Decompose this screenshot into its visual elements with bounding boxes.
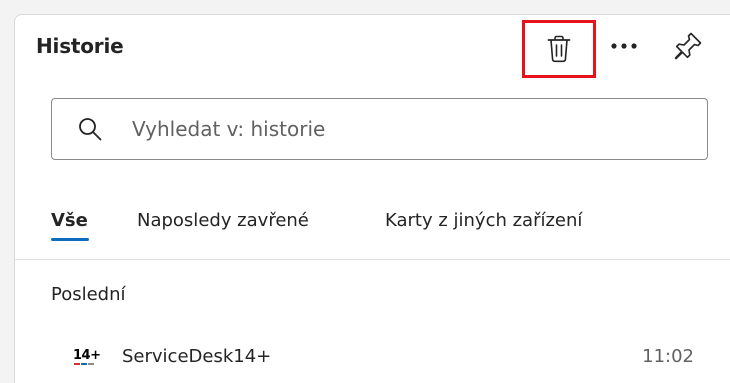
tab-all[interactable]: Vše bbox=[51, 210, 88, 231]
tab-recently-closed[interactable]: Naposledy zavřené bbox=[137, 210, 309, 231]
history-item[interactable]: 14+ ServiceDesk14+ 11:02 bbox=[14, 330, 730, 383]
panel-title: Historie bbox=[36, 34, 124, 58]
history-item-time: 11:02 bbox=[642, 346, 694, 367]
more-horizontal-icon bbox=[611, 43, 637, 49]
trash-icon bbox=[547, 35, 571, 63]
selected-tab-indicator bbox=[51, 238, 89, 241]
search-input[interactable] bbox=[132, 117, 692, 141]
history-panel bbox=[14, 14, 730, 383]
tabs-divider bbox=[14, 259, 730, 260]
tab-other-devices[interactable]: Karty z jiných zařízení bbox=[385, 210, 582, 231]
delete-history-button[interactable] bbox=[522, 20, 596, 78]
section-title-recent: Poslední bbox=[51, 284, 126, 305]
favicon-label: 14+ bbox=[73, 348, 100, 363]
search-box[interactable] bbox=[51, 98, 708, 160]
more-options-button[interactable] bbox=[604, 26, 644, 66]
site-favicon: 14+ bbox=[72, 346, 106, 370]
search-icon bbox=[78, 117, 102, 141]
pin-panel-button[interactable] bbox=[666, 26, 710, 66]
history-item-title: ServiceDesk14+ bbox=[122, 346, 272, 367]
pin-icon bbox=[674, 32, 702, 60]
